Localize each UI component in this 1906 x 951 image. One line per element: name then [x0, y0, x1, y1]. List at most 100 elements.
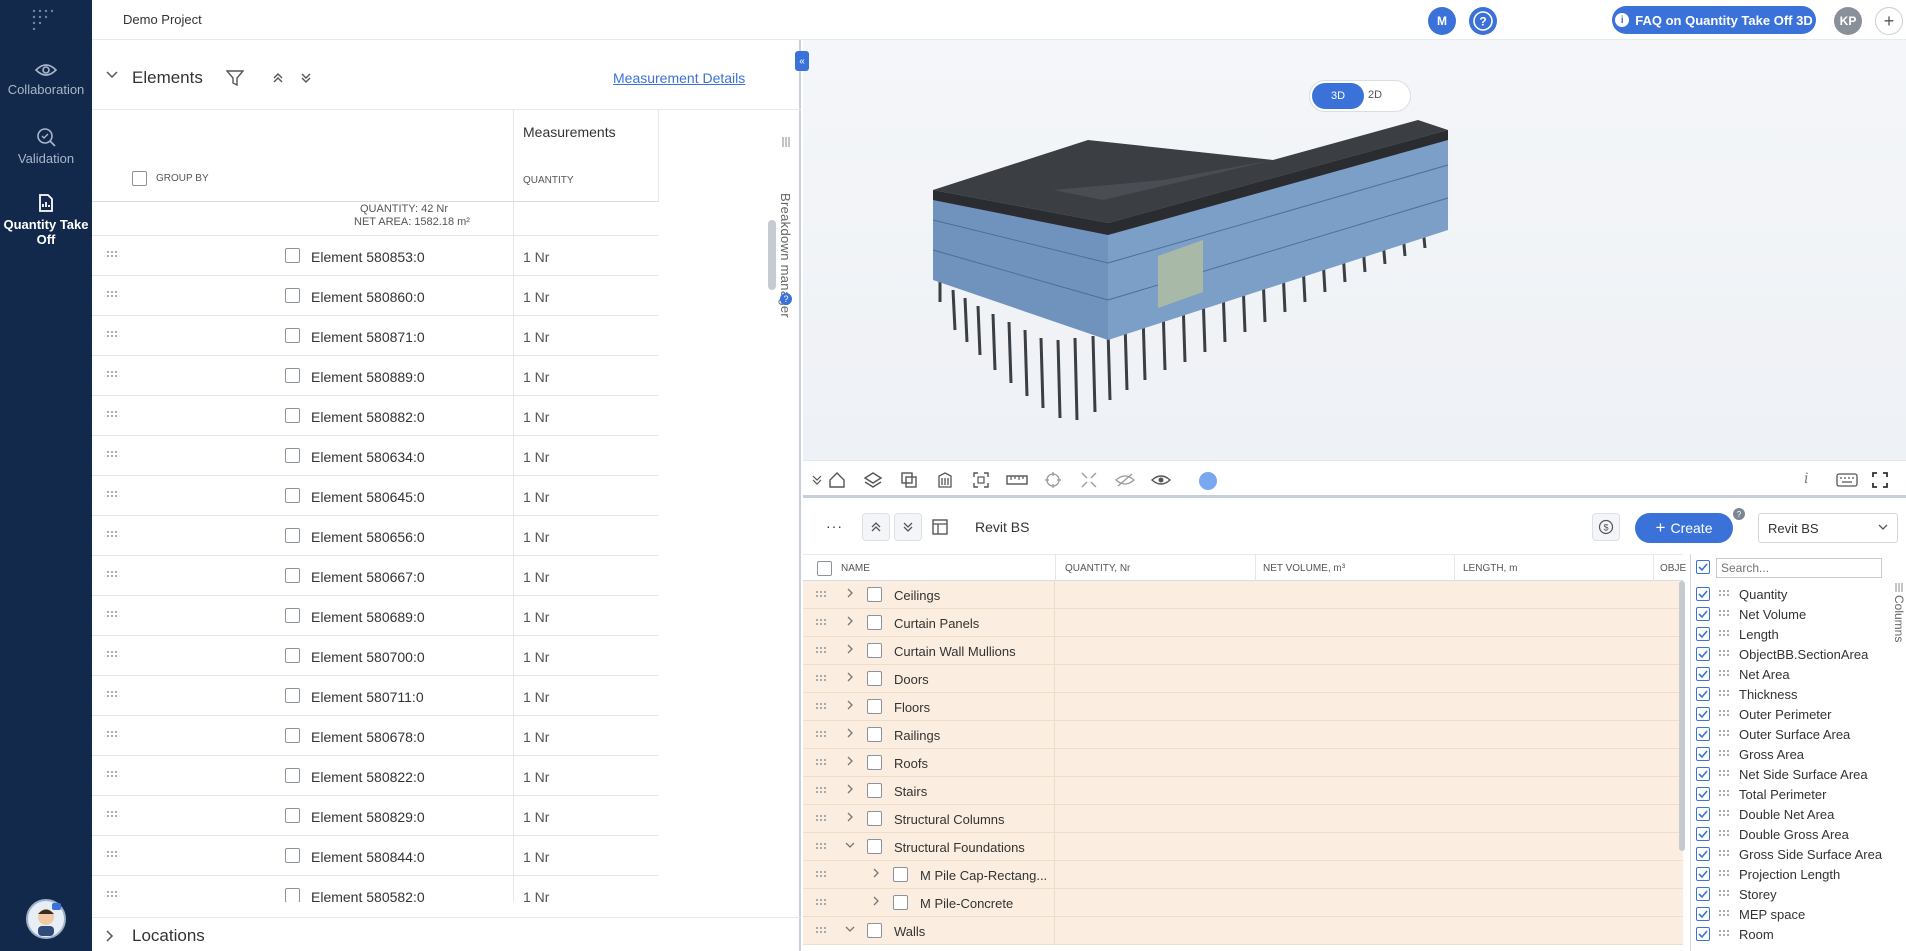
column-option[interactable]: Gross Side Surface Area: [1691, 844, 1882, 864]
expand-all-icon[interactable]: [300, 73, 312, 83]
drag-handle-icon[interactable]: [1718, 909, 1730, 917]
drag-handle-icon[interactable]: [815, 618, 827, 626]
element-checkbox[interactable]: [285, 608, 300, 623]
drag-handle-icon[interactable]: [106, 850, 118, 858]
element-checkbox[interactable]: [285, 688, 300, 703]
column-option[interactable]: Double Net Area: [1691, 804, 1881, 824]
mode-2d-button[interactable]: 2D: [1368, 89, 1382, 101]
layers-button[interactable]: [860, 468, 886, 492]
select-all-checkbox[interactable]: [817, 561, 832, 576]
create-button[interactable]: + Create: [1635, 513, 1733, 543]
element-checkbox[interactable]: [285, 408, 300, 423]
chevron-down-icon[interactable]: [106, 71, 118, 79]
bs-row[interactable]: Floors: [803, 693, 1683, 721]
column-option[interactable]: Projection Length: [1691, 864, 1881, 884]
chevron-right-icon[interactable]: [845, 784, 855, 794]
element-row[interactable]: Element 580860:0 1 Nr: [92, 276, 658, 316]
show-all-button[interactable]: [1148, 468, 1174, 492]
column-checkbox[interactable]: [1696, 727, 1710, 741]
bs-row-checkbox[interactable]: [867, 811, 882, 826]
column-option[interactable]: MEP space: [1691, 904, 1881, 924]
drag-handle-icon[interactable]: [815, 842, 827, 850]
bs-row[interactable]: Ceilings: [803, 581, 1683, 609]
element-row[interactable]: Element 580844:0 1 Nr: [92, 836, 658, 876]
drag-handle-icon[interactable]: [815, 926, 827, 934]
columns-select-all-checkbox[interactable]: [1696, 560, 1710, 574]
bs-row-checkbox[interactable]: [867, 755, 882, 770]
chevron-right-icon[interactable]: [845, 672, 855, 682]
bs-row-checkbox[interactable]: [867, 839, 882, 854]
drag-handle-icon[interactable]: [1718, 869, 1730, 877]
bs-row-checkbox[interactable]: [867, 783, 882, 798]
chevron-right-icon[interactable]: [845, 700, 855, 710]
bs-row-checkbox[interactable]: [893, 867, 908, 882]
more-menu-button[interactable]: ···: [826, 518, 843, 534]
locations-section[interactable]: Locations: [92, 917, 801, 951]
crosshair-button[interactable]: [1040, 468, 1066, 492]
assistant-avatar[interactable]: [26, 899, 66, 939]
drag-handle-icon[interactable]: [106, 330, 118, 338]
bs-row-checkbox[interactable]: [867, 923, 882, 938]
chevron-right-icon[interactable]: [845, 644, 855, 654]
building-view-button[interactable]: [932, 468, 958, 492]
drag-handle-icon[interactable]: [1718, 769, 1730, 777]
column-checkbox[interactable]: [1696, 927, 1710, 941]
column-checkbox[interactable]: [1696, 887, 1710, 901]
header-object[interactable]: OBJE: [1660, 563, 1686, 574]
bs-row-checkbox[interactable]: [893, 895, 908, 910]
chevron-right-icon[interactable]: [845, 756, 855, 766]
drag-handle-icon[interactable]: [1718, 789, 1730, 797]
bs-row[interactable]: Structural Foundations: [803, 833, 1683, 861]
element-row[interactable]: Element 580882:0 1 Nr: [92, 396, 658, 436]
drag-handle-icon[interactable]: [815, 814, 827, 822]
bs-row-checkbox[interactable]: [867, 671, 882, 686]
drag-handle-icon[interactable]: [106, 690, 118, 698]
mode-3d-button[interactable]: 3D: [1312, 83, 1364, 109]
collapse-rows-button[interactable]: [862, 513, 890, 541]
cost-button[interactable]: $: [1592, 513, 1620, 541]
drag-handle-icon[interactable]: [1718, 749, 1730, 757]
element-checkbox[interactable]: [285, 848, 300, 863]
project-name[interactable]: Demo Project: [123, 12, 202, 27]
bs-row[interactable]: M Pile-Concrete: [803, 889, 1683, 917]
header-length[interactable]: LENGTH, m: [1463, 563, 1517, 574]
element-checkbox[interactable]: [285, 328, 300, 343]
chevron-down-icon[interactable]: [845, 840, 855, 850]
drag-handle-icon[interactable]: [815, 702, 827, 710]
column-checkbox[interactable]: [1696, 807, 1710, 821]
chevron-right-icon[interactable]: [845, 812, 855, 822]
bs-row[interactable]: M Pile Cap-Rectang...: [803, 861, 1683, 889]
column-option[interactable]: ObjectBB.SectionArea: [1691, 644, 1881, 664]
column-checkbox[interactable]: [1696, 827, 1710, 841]
create-help-icon[interactable]: ?: [1733, 508, 1745, 520]
drag-handle-icon[interactable]: [106, 410, 118, 418]
measure-button[interactable]: [1004, 468, 1030, 492]
column-checkbox[interactable]: [1696, 767, 1710, 781]
drag-handle-icon[interactable]: [815, 646, 827, 654]
drag-handle-icon[interactable]: [815, 758, 827, 766]
drag-handle-icon[interactable]: [106, 890, 118, 898]
breakdown-help-icon[interactable]: ?: [780, 293, 792, 305]
element-row[interactable]: Element 580829:0 1 Nr: [92, 796, 658, 836]
column-option[interactable]: Double Gross Area: [1691, 824, 1881, 844]
element-checkbox[interactable]: [285, 728, 300, 743]
expand-rows-button[interactable]: [894, 513, 922, 541]
fit-view-button[interactable]: [968, 468, 994, 492]
app-logo-icon[interactable]: [31, 8, 53, 30]
drag-handle-icon[interactable]: [815, 786, 827, 794]
chevron-down-icon[interactable]: [845, 924, 855, 934]
header-name[interactable]: NAME: [841, 563, 870, 574]
column-option[interactable]: Storey: [1691, 884, 1881, 904]
element-row[interactable]: Element 580656:0 1 Nr: [92, 516, 658, 556]
column-option[interactable]: Net Area: [1691, 664, 1881, 684]
drag-handle-icon[interactable]: [1718, 929, 1730, 937]
column-checkbox[interactable]: [1696, 687, 1710, 701]
drag-handle-icon[interactable]: [106, 610, 118, 618]
column-checkbox[interactable]: [1696, 867, 1710, 881]
drag-handle-icon[interactable]: [106, 490, 118, 498]
element-row[interactable]: Element 580645:0 1 Nr: [92, 476, 658, 516]
bs-row[interactable]: Railings: [803, 721, 1683, 749]
collapse-all-icon[interactable]: [272, 73, 284, 83]
column-checkbox[interactable]: [1696, 787, 1710, 801]
element-checkbox[interactable]: [285, 808, 300, 823]
